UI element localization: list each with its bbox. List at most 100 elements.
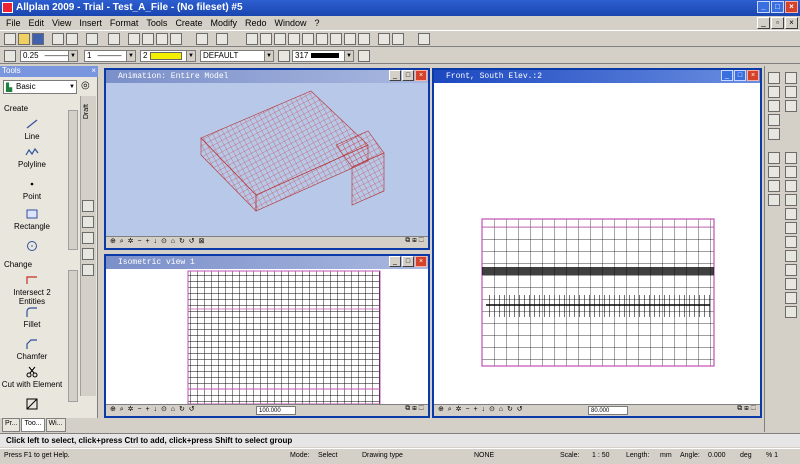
- plan-icon[interactable]: [344, 33, 356, 45]
- view-navigation-icons[interactable]: ⊕ ⌕ ✲ − + ↓ ⊙ ⌂ ↻ ↺: [110, 405, 196, 414]
- layer-stack-icon[interactable]: [768, 86, 780, 98]
- new-file-icon[interactable]: [4, 33, 16, 45]
- pencil-icon[interactable]: [768, 114, 780, 126]
- minimize-button[interactable]: _: [389, 256, 401, 267]
- print-preview-icon[interactable]: [66, 33, 78, 45]
- point-tool[interactable]: Point: [0, 178, 64, 201]
- close-icon[interactable]: ×: [91, 66, 96, 75]
- picture-frame-icon[interactable]: [302, 33, 314, 45]
- polyline-tool[interactable]: Polyline: [0, 146, 64, 169]
- doc-restore-button[interactable]: ▫: [771, 17, 784, 29]
- rotate-icon[interactable]: [785, 180, 797, 192]
- move-icon[interactable]: [785, 166, 797, 178]
- scale-value[interactable]: 1 : 50: [592, 452, 610, 459]
- angle-unit[interactable]: deg: [740, 452, 752, 459]
- cut-with-element-tool[interactable]: Cut with Element: [0, 366, 64, 389]
- print-icon[interactable]: [52, 33, 64, 45]
- viewport-icon[interactable]: [358, 33, 370, 45]
- open-folder-icon[interactable]: [18, 33, 30, 45]
- doc-close-button[interactable]: ×: [785, 17, 798, 29]
- hatching-icon[interactable]: [768, 100, 780, 112]
- doc-minimize-button[interactable]: _: [757, 17, 770, 29]
- maximize-button[interactable]: □: [402, 70, 414, 81]
- pen-thickness-select[interactable]: 0.25 ——— ▼: [20, 50, 78, 62]
- create-scrollbar[interactable]: [68, 110, 78, 250]
- offset-icon[interactable]: [785, 222, 797, 234]
- fillet-tool[interactable]: Fillet: [0, 306, 64, 329]
- maximize-button[interactable]: □: [402, 256, 414, 267]
- pen-format-icon[interactable]: [358, 50, 370, 62]
- rectangle-tool[interactable]: Rectangle: [0, 208, 64, 231]
- minimize-button[interactable]: _: [721, 70, 733, 81]
- trim-icon[interactable]: [785, 236, 797, 248]
- select-icon[interactable]: [768, 166, 780, 178]
- help-pointer-icon[interactable]: [108, 33, 120, 45]
- pen-tool-icon[interactable]: [768, 72, 780, 84]
- property-icon[interactable]: [82, 200, 94, 212]
- eyedropper-icon[interactable]: [4, 50, 16, 62]
- undo-icon[interactable]: [196, 33, 208, 45]
- measure-icon[interactable]: [785, 306, 797, 318]
- hatch-icon[interactable]: [82, 264, 94, 276]
- minimize-button[interactable]: _: [757, 1, 770, 13]
- menu-redo[interactable]: Redo: [241, 18, 271, 28]
- section-icon[interactable]: [378, 33, 390, 45]
- chamfer-tool[interactable]: Chamfer: [0, 338, 64, 361]
- cube-icon[interactable]: [392, 33, 404, 45]
- tab-tools[interactable]: Too...: [21, 418, 45, 432]
- menu-modify[interactable]: Modify: [206, 18, 241, 28]
- color-pen-icon[interactable]: [785, 72, 797, 84]
- menu-edit[interactable]: Edit: [25, 18, 49, 28]
- close-button[interactable]: ×: [747, 70, 759, 81]
- view-options-icons[interactable]: ⧉ ⊞ ⬚: [405, 237, 424, 245]
- gallery-icon[interactable]: [316, 33, 328, 45]
- maximize-button[interactable]: □: [771, 1, 784, 13]
- animation-viewport[interactable]: [106, 83, 428, 236]
- layer-select[interactable]: DEFAULT ▼: [200, 50, 274, 62]
- menu-view[interactable]: View: [48, 18, 75, 28]
- layer-icon[interactable]: [246, 33, 258, 45]
- tab-wizards[interactable]: Wi...: [45, 418, 66, 432]
- paste-icon[interactable]: [156, 33, 168, 45]
- view-options-icons[interactable]: ⧉ ⊞ ⬚: [405, 405, 424, 413]
- angle-value[interactable]: 0.000: [708, 452, 726, 459]
- draft-tab[interactable]: Draft: [83, 104, 90, 119]
- modify-icon[interactable]: [768, 128, 780, 140]
- change-scrollbar[interactable]: [68, 270, 78, 402]
- open-project-icon[interactable]: [274, 33, 286, 45]
- grid-icon[interactable]: [768, 180, 780, 192]
- module-select[interactable]: Basic ▙ ▼: [3, 80, 77, 94]
- line-tool[interactable]: Line: [0, 118, 64, 141]
- line-weight-icon[interactable]: [785, 86, 797, 98]
- explode-icon[interactable]: [785, 278, 797, 290]
- close-button[interactable]: ×: [785, 1, 798, 13]
- menu-file[interactable]: File: [2, 18, 25, 28]
- format-icon[interactable]: [278, 50, 290, 62]
- image-icon[interactable]: [288, 33, 300, 45]
- magnifier-icon[interactable]: [418, 33, 430, 45]
- color-select[interactable]: 2 ▼: [140, 50, 196, 62]
- delete-icon[interactable]: [170, 33, 182, 45]
- view-options-icons[interactable]: ⧉ ⊞ ⬚: [737, 405, 756, 413]
- layout-icon[interactable]: [82, 248, 94, 260]
- stretch-icon[interactable]: [785, 208, 797, 220]
- front-scale-field[interactable]: 80.000: [588, 406, 628, 415]
- menu-format[interactable]: Format: [106, 18, 143, 28]
- maximize-button[interactable]: □: [734, 70, 746, 81]
- menu-create[interactable]: Create: [171, 18, 206, 28]
- extend-icon[interactable]: [785, 250, 797, 262]
- copy-element-icon[interactable]: [785, 152, 797, 164]
- view-navigation-icons[interactable]: ⊕ ⌕ ✲ − + ↓ ⊙ ⌂ ↻ ↺: [438, 405, 524, 414]
- circle-tool[interactable]: [0, 240, 64, 254]
- intersect-tool[interactable]: Intersect 2 Entities: [0, 274, 64, 306]
- fill-style-select[interactable]: 317 ▼: [292, 50, 354, 62]
- copy-icon[interactable]: [142, 33, 154, 45]
- tab-properties[interactable]: Pr...: [2, 418, 21, 432]
- plot-icon[interactable]: [86, 33, 98, 45]
- filter-icon[interactable]: [768, 194, 780, 206]
- minimize-button[interactable]: _: [389, 70, 401, 81]
- redo-icon[interactable]: [216, 33, 228, 45]
- front-elevation-viewport[interactable]: [434, 83, 760, 404]
- binoculars-icon[interactable]: ◎: [81, 80, 90, 91]
- more-change-tool[interactable]: [0, 398, 64, 412]
